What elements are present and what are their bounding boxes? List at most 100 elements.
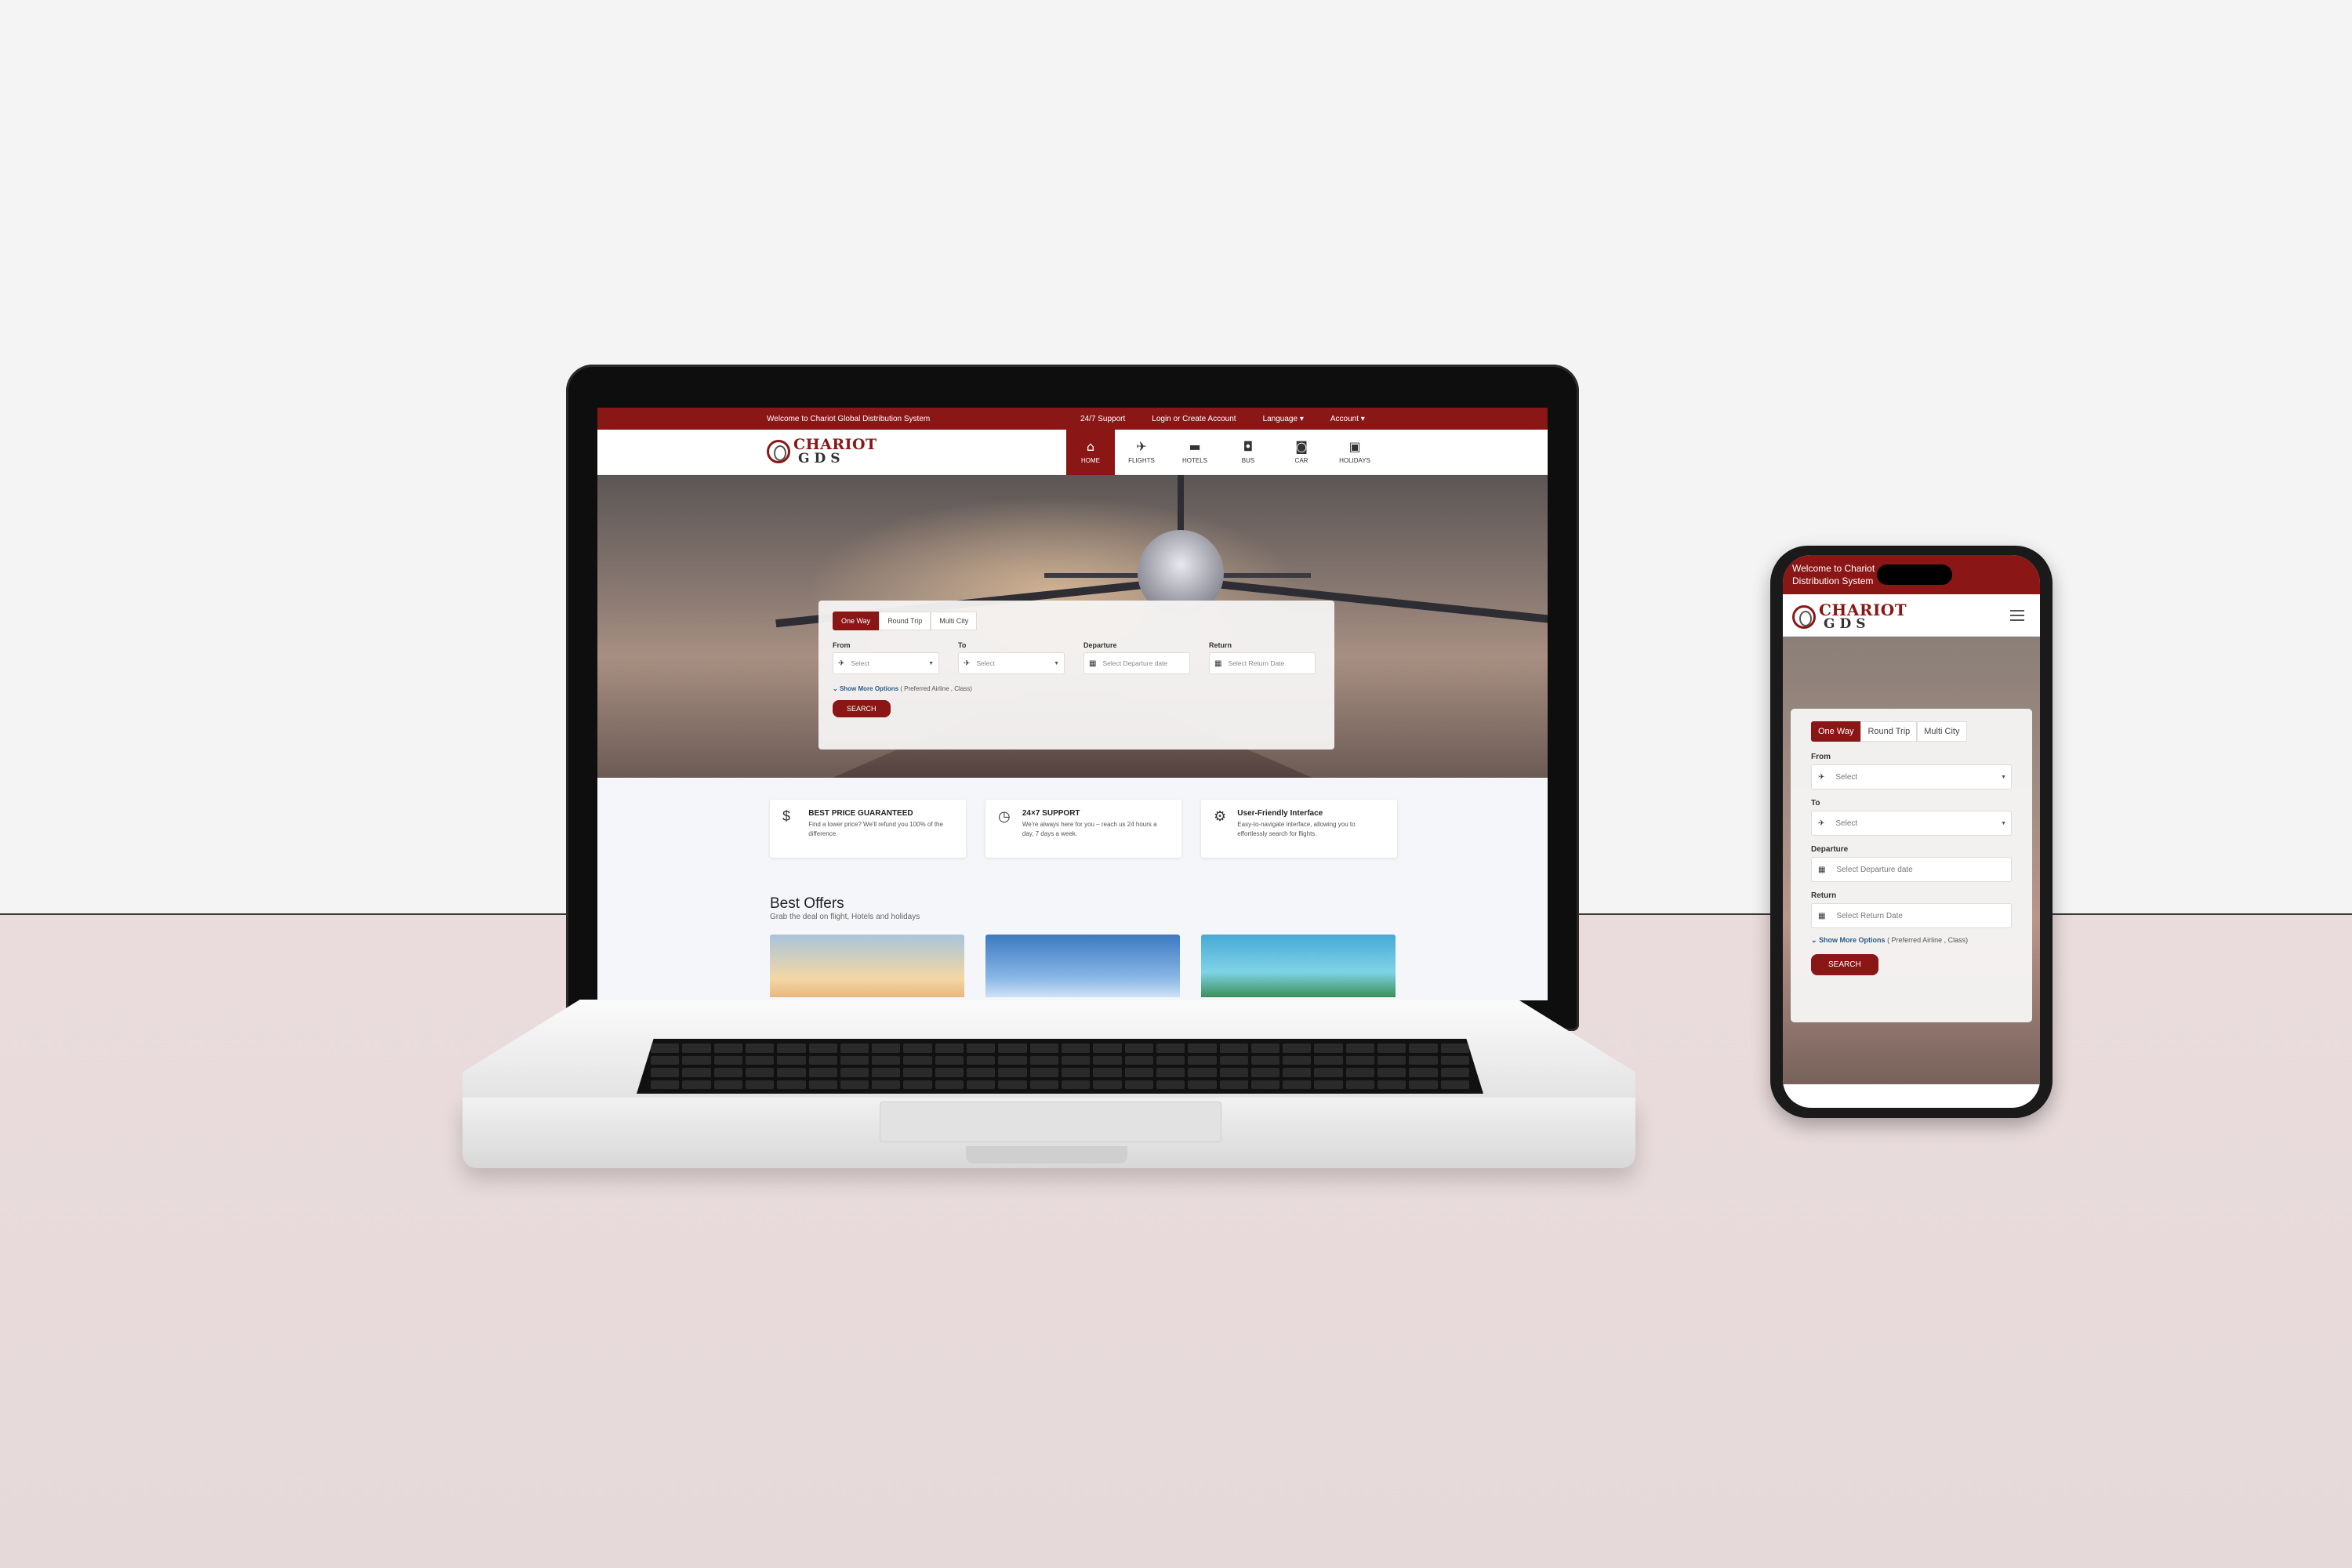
show-more-options-link[interactable]: ⌄ Show More Options	[833, 685, 898, 692]
logo-line2: GDS	[798, 451, 845, 466]
keyboard-key	[1093, 1068, 1122, 1077]
keyboard-key	[1409, 1068, 1438, 1077]
keyboard-key	[808, 1068, 837, 1077]
mobile-from-field: From ✈ Select ▼	[1811, 753, 2012, 789]
keyboard-key	[1314, 1080, 1343, 1089]
bed-icon: ▬	[1189, 439, 1201, 454]
keyboard-key	[1345, 1044, 1375, 1053]
keyboard-key	[1029, 1055, 1058, 1065]
to-select[interactable]: ✈ Select ▼	[958, 652, 1065, 674]
car-icon: ◙	[1295, 439, 1308, 454]
offer-card-beach-plane[interactable]	[1201, 935, 1396, 997]
from-placeholder: Select	[1835, 772, 1858, 782]
keyboard-key	[935, 1068, 964, 1077]
feature-title: BEST PRICE GUARANTEED	[808, 809, 913, 818]
return-date-input[interactable]: ▦ Select Return Date	[1209, 652, 1316, 674]
feature-title: User-Friendly Interface	[1237, 809, 1323, 818]
takeoff-icon: ✈	[838, 659, 845, 668]
keyboard-key	[840, 1080, 869, 1089]
keyboard-key	[1314, 1055, 1343, 1065]
nav-home[interactable]: ⌂ HOME	[1066, 430, 1115, 475]
return-date-input[interactable]: ▦ Select Return Date	[1811, 903, 2012, 928]
departure-date-input[interactable]: ▦ Select Departure date	[1811, 857, 2012, 882]
keyboard-key	[1345, 1055, 1375, 1065]
keyboard-key	[998, 1068, 1027, 1077]
keyboard-key	[872, 1055, 901, 1065]
logo-line2: GDS	[1824, 616, 1871, 632]
keyboard-key	[745, 1055, 775, 1065]
nav-flights[interactable]: ✈ FLIGHTS	[1115, 430, 1168, 475]
search-button[interactable]: SEARCH	[833, 700, 891, 717]
keyboard-key	[1283, 1055, 1312, 1065]
keyboard-key	[713, 1055, 742, 1065]
hero-banner: One Way Round Trip Multi City From ✈ Sel…	[597, 475, 1548, 778]
more-options-note: ( Preferred Airline , Class)	[1887, 936, 1969, 944]
from-select[interactable]: ✈ Select ▼	[833, 652, 939, 674]
home-icon: ⌂	[1086, 439, 1095, 454]
keyboard-key	[903, 1068, 932, 1077]
mobile-more-options: ⌄ Show More Options ( Preferred Airline …	[1811, 936, 2012, 945]
nav-bus[interactable]: ◘ BUS	[1221, 430, 1275, 475]
landing-icon: ✈	[964, 659, 971, 668]
keyboard-key	[967, 1080, 996, 1089]
keyboard-key	[903, 1080, 932, 1089]
feature-interface: ⚙ User-Friendly Interface Easy-to-naviga…	[1201, 800, 1397, 858]
tab-multi-city[interactable]: Multi City	[1917, 721, 1967, 742]
to-placeholder: Select	[976, 659, 996, 667]
keyboard-key	[1440, 1055, 1469, 1065]
keyboard-key	[1029, 1044, 1058, 1053]
support-link[interactable]: 24/7 Support	[1080, 415, 1125, 423]
hamburger-menu-icon[interactable]	[2004, 605, 2031, 626]
feature-text: Easy-to-navigate interface, allowing you…	[1237, 821, 1356, 837]
departure-label: Departure	[1811, 845, 1849, 854]
tab-round-trip[interactable]: Round Trip	[1860, 721, 1918, 742]
departure-date-input[interactable]: ▦ Select Departure date	[1083, 652, 1190, 674]
return-label: Return	[1209, 641, 1232, 649]
keyboard-key	[777, 1044, 806, 1053]
gear-icon: ⚙	[1214, 808, 1227, 824]
to-select[interactable]: ✈ Select ▼	[1811, 811, 2012, 836]
features-section: $ BEST PRICE GUARANTEED Find a lower pri…	[597, 778, 1548, 1000]
keyboard-key	[967, 1068, 996, 1077]
keyboard-key	[713, 1080, 742, 1089]
keyboard-key	[745, 1080, 775, 1089]
offer-card-sky-plane[interactable]	[985, 935, 1180, 997]
tab-one-way[interactable]: One Way	[1811, 721, 1861, 742]
calendar-icon: ▦	[1818, 911, 1826, 920]
bus-icon: ◘	[1243, 439, 1254, 454]
login-link[interactable]: Login or Create Account	[1152, 415, 1236, 423]
feature-support: ◷ 24×7 SUPPORT We're always here for you…	[985, 800, 1181, 858]
tab-round-trip[interactable]: Round Trip	[879, 612, 931, 630]
tab-one-way[interactable]: One Way	[833, 612, 880, 630]
tab-multi-city[interactable]: Multi City	[931, 612, 978, 630]
site-logo[interactable]: CHARIOT GDS	[767, 437, 877, 466]
keyboard-key	[808, 1055, 837, 1065]
chevron-down-icon: ▼	[2001, 774, 2006, 780]
keyboard-key	[1377, 1044, 1406, 1053]
nav-holidays[interactable]: ▣ HOLIDAYS	[1328, 430, 1381, 475]
offer-card-sunset-plane[interactable]	[770, 935, 964, 997]
language-dropdown[interactable]: Language ▾	[1263, 415, 1304, 423]
keyboard-key	[967, 1055, 996, 1065]
mobile-site-logo[interactable]: CHARIOT GDS	[1792, 602, 1907, 631]
calendar-icon: ▦	[1818, 865, 1826, 874]
globe-logo-icon	[767, 440, 790, 463]
keyboard-key	[682, 1055, 711, 1065]
mobile-search-button[interactable]: SEARCH	[1811, 954, 1878, 975]
account-dropdown[interactable]: Account ▾	[1330, 415, 1365, 423]
keyboard-key	[777, 1068, 806, 1077]
from-select[interactable]: ✈ Select ▼	[1811, 764, 2012, 789]
keyboard-key	[935, 1044, 964, 1053]
top-bar: Welcome to Chariot Global Distribution S…	[597, 408, 1548, 430]
nav-hotels[interactable]: ▬ HOTELS	[1168, 430, 1221, 475]
departure-field: Departure ▦ Select Departure date	[1083, 641, 1190, 674]
show-more-options-link[interactable]: ⌄ Show More Options	[1811, 936, 1886, 944]
keyboard-key	[1409, 1044, 1438, 1053]
keyboard-key	[1345, 1080, 1375, 1089]
nav-car[interactable]: ◙ CAR	[1275, 430, 1328, 475]
keyboard-key	[1314, 1068, 1343, 1077]
keyboard-key	[1409, 1055, 1438, 1065]
keyboard-key	[1440, 1068, 1469, 1077]
return-field: Return ▦ Select Return Date	[1209, 641, 1316, 674]
main-navbar: CHARIOT GDS ⌂ HOME ✈ FLIGHTS ▬ HOTELS ◘ …	[597, 430, 1548, 475]
